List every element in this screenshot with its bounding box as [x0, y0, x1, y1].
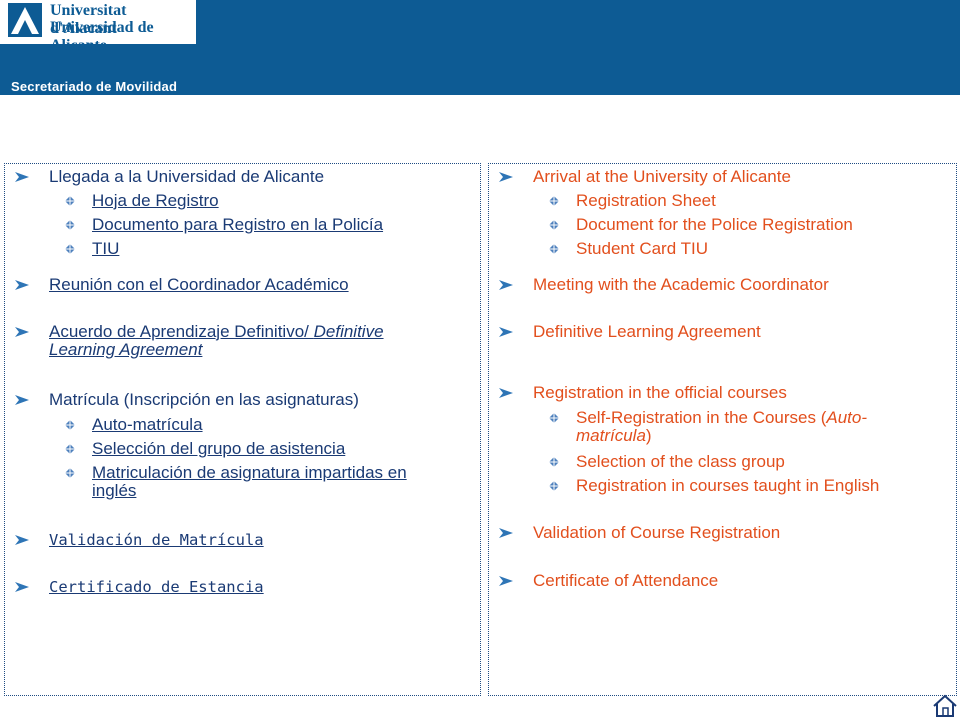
diamond-bullet-icon: [65, 196, 75, 206]
class-group-en: Selection of the class group: [576, 452, 785, 471]
english-courses-line2: inglés: [92, 481, 137, 500]
arrow-bullet-icon: [15, 535, 29, 545]
arrow-bullet-icon: [499, 172, 513, 182]
diamond-bullet-icon: [549, 457, 559, 467]
registration-sheet-en: Registration Sheet: [576, 191, 716, 210]
university-name-es: Universidad de Alicante: [50, 19, 154, 54]
student-card-en: Student Card TIU: [576, 239, 708, 258]
validation-en: Validation of Course Registration: [533, 523, 781, 542]
header-banner: Universitat d'Alacant Universidad de Ali…: [0, 0, 960, 95]
diamond-bullet-icon: [65, 444, 75, 454]
diamond-bullet-icon: [549, 220, 559, 230]
arrow-bullet-icon: [499, 576, 513, 586]
diamond-bullet-icon: [549, 481, 559, 491]
enrollment-heading: Matrícula (Inscripción en las asignatura…: [49, 390, 359, 409]
self-registration-en: Self-Registration in the Courses (Auto-m…: [576, 409, 946, 445]
arrival-heading: Llegada a la Universidad de Alicante: [49, 167, 325, 186]
arrow-bullet-icon: [499, 280, 513, 290]
learning-agreement-es: Acuerdo de Aprendizaje Definitivo/: [49, 322, 314, 341]
self-registration-italic: Auto-: [826, 408, 868, 427]
department-title: Secretariado de Movilidad: [11, 79, 178, 94]
diamond-bullet-icon: [65, 420, 75, 430]
arrow-bullet-icon: [499, 327, 513, 337]
arrow-bullet-icon: [15, 327, 29, 337]
home-icon[interactable]: [932, 694, 958, 718]
arrow-bullet-icon: [15, 395, 29, 405]
learning-agreement-en: Definitive Learning Agreement: [533, 322, 761, 341]
english-panel: Arrival at the University of Alicante Re…: [488, 163, 957, 696]
self-registration-text: Self-Registration in the Courses (: [576, 408, 827, 427]
coordinator-meeting-en: Meeting with the Academic Coordinator: [533, 275, 829, 294]
arrow-bullet-icon: [15, 582, 29, 592]
certificate-en: Certificate of Attendance: [533, 571, 719, 590]
diamond-bullet-icon: [549, 244, 559, 254]
university-logo[interactable]: Universitat d'Alacant Universidad de Ali…: [0, 0, 196, 54]
group-selection-link[interactable]: Selección del grupo de asistencia: [92, 440, 345, 458]
learning-agreement-en-2: Learning Agreement: [49, 340, 203, 359]
arrival-heading-en: Arrival at the University of Alicante: [533, 167, 791, 186]
diamond-bullet-icon: [65, 220, 75, 230]
english-courses-en: Registration in courses taught in Englis…: [576, 476, 880, 495]
police-document-link[interactable]: Documento para Registro en la Policía: [92, 216, 383, 234]
diamond-bullet-icon: [65, 468, 75, 478]
coordinator-meeting-link[interactable]: Reunión con el Coordinador Académico: [49, 276, 349, 294]
validation-link[interactable]: Validación de Matrícula: [49, 531, 264, 549]
diamond-bullet-icon: [549, 413, 559, 423]
arrow-bullet-icon: [15, 172, 29, 182]
registration-sheet-link[interactable]: Hoja de Registro: [92, 192, 219, 210]
tiu-link[interactable]: TIU: [92, 240, 119, 258]
arrow-bullet-icon: [499, 528, 513, 538]
police-document-en: Document for the Police Registration: [576, 215, 853, 234]
english-courses-link[interactable]: Matriculación de asignatura impartidas e…: [92, 464, 472, 500]
diamond-bullet-icon: [549, 196, 559, 206]
arrow-bullet-icon: [15, 280, 29, 290]
self-enrollment-link[interactable]: Auto-matrícula: [92, 416, 203, 434]
diamond-bullet-icon: [65, 244, 75, 254]
learning-agreement-en: Definitive: [313, 322, 384, 341]
certificate-link[interactable]: Certificado de Estancia: [49, 578, 264, 596]
english-courses-line1: Matriculación de asignatura impartidas e…: [92, 463, 407, 482]
spanish-panel: Llegada a la Universidad de Alicante Hoj…: [4, 163, 481, 696]
self-registration-close: ): [645, 426, 652, 445]
university-emblem-icon: [8, 3, 42, 37]
official-courses-en: Registration in the official courses: [533, 383, 787, 402]
arrow-bullet-icon: [499, 388, 513, 398]
learning-agreement-link[interactable]: Acuerdo de Aprendizaje Definitivo/ Defin…: [49, 323, 459, 359]
self-registration-italic-2: matrícula: [576, 426, 646, 445]
